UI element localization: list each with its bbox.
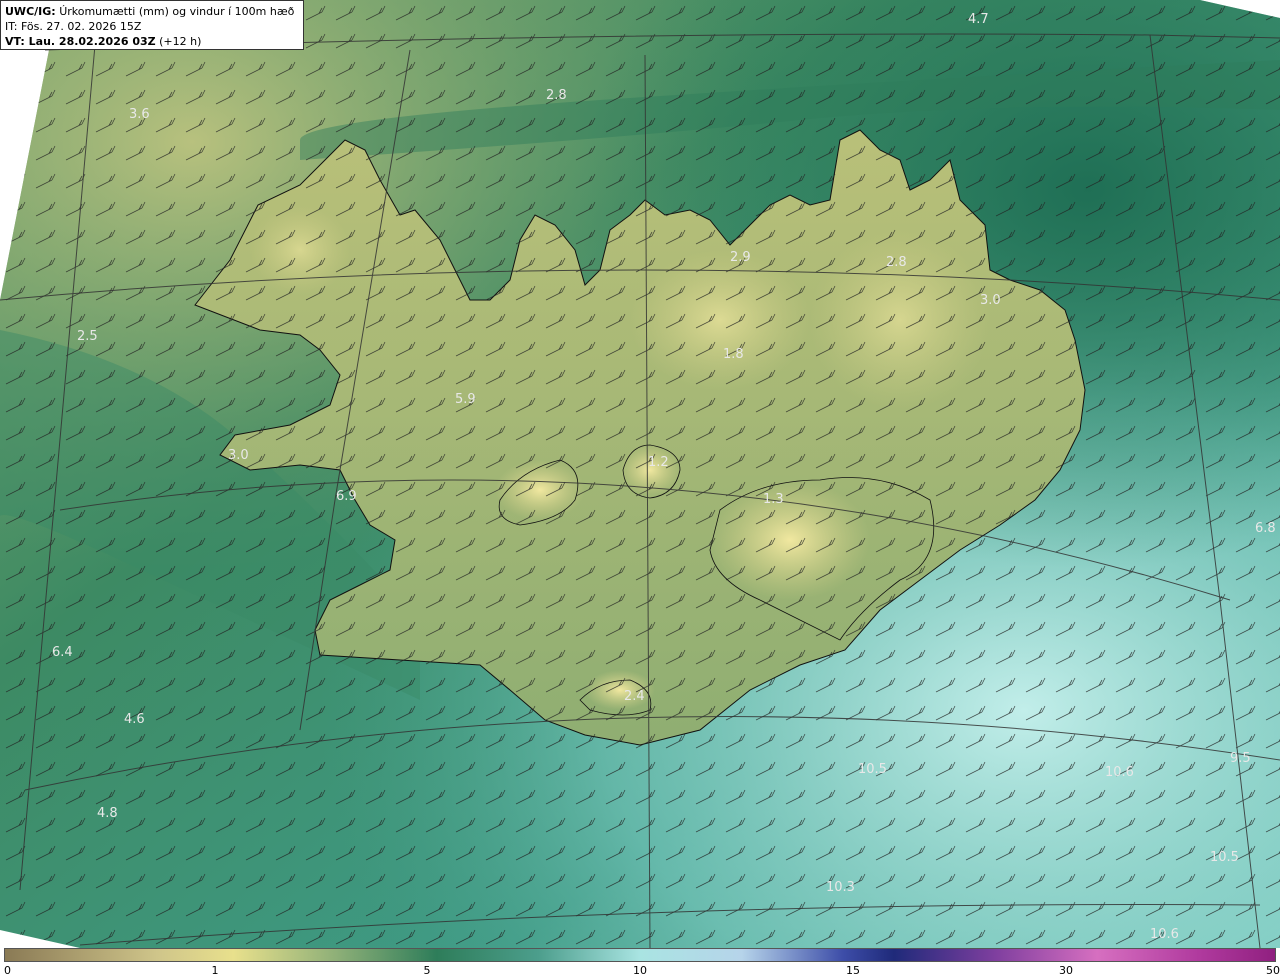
- value-label: 2.4: [624, 689, 645, 704]
- value-label: 4.7: [968, 12, 989, 27]
- value-label: 10.5: [1210, 850, 1239, 865]
- value-label: 4.8: [97, 806, 118, 821]
- value-label: 10.6: [1150, 927, 1179, 942]
- map-title-box: UWC/IG: Úrkomumætti (mm) og vindur í 100…: [0, 0, 304, 50]
- value-label: 2.8: [546, 88, 567, 103]
- value-label: 1.8: [723, 347, 744, 362]
- value-label: 2.5: [77, 329, 98, 344]
- weather-map: 4.7 2.8 3.6 2.9 2.8 3.0 2.5 5.9 1.8 3.0 …: [0, 0, 1280, 948]
- value-label: 3.0: [980, 293, 1001, 308]
- colorbar-tick: 50: [1266, 964, 1280, 977]
- value-label: 6.8: [1255, 521, 1276, 536]
- value-label: 6.4: [52, 645, 73, 660]
- value-label: 5.9: [455, 392, 476, 407]
- colorbar-tick: 1: [211, 964, 219, 977]
- value-label: 10.3: [826, 880, 855, 895]
- colorbar-tick: 30: [1059, 964, 1073, 977]
- value-label: 10.5: [858, 762, 887, 777]
- colorbar-tick: 0: [4, 964, 11, 977]
- map-title: Úrkomumætti (mm) og vindur í 100m hæð: [59, 5, 295, 18]
- value-label: 3.0: [228, 448, 249, 463]
- value-label: 1.3: [763, 492, 784, 507]
- value-label: 4.6: [124, 712, 145, 727]
- value-label: 3.6: [129, 107, 150, 122]
- colorbar-tick: 5: [423, 964, 431, 977]
- value-label: 6.9: [336, 489, 357, 504]
- value-label: 1.2: [648, 455, 669, 470]
- value-label: 2.9: [730, 250, 751, 265]
- init-time: IT: Fös. 27. 02. 2026 15Z: [5, 20, 142, 33]
- value-label: 10.6: [1105, 765, 1134, 780]
- value-label: 9.5: [1230, 751, 1251, 766]
- value-label: 2.8: [886, 255, 907, 270]
- colorbar: 0 1 5 10 15 30 50: [0, 948, 1280, 978]
- colorbar-tick: 15: [846, 964, 860, 977]
- valid-time: VT: Lau. 28.02.2026 03Z: [5, 35, 156, 48]
- colorbar-gradient: [4, 948, 1276, 962]
- colorbar-tick: 10: [633, 964, 647, 977]
- model-label: UWC/IG:: [5, 5, 56, 18]
- forecast-offset: (+12 h): [159, 35, 202, 48]
